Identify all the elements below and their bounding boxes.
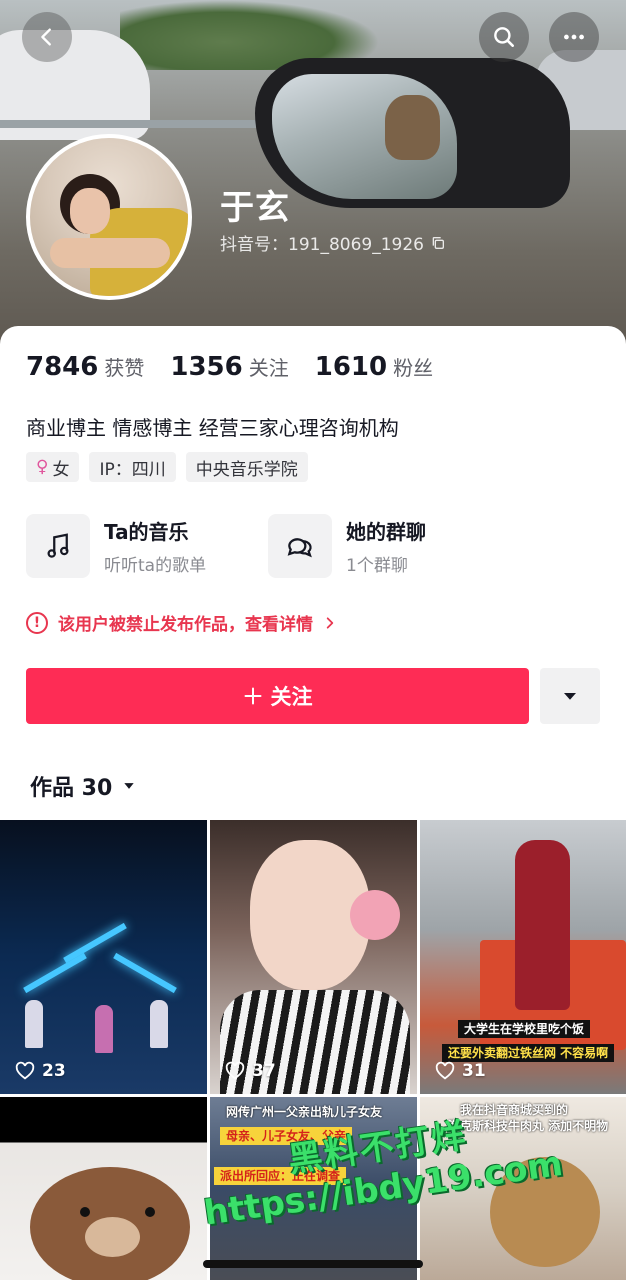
tile-bear-muzzle (85, 1217, 140, 1257)
video-tile[interactable] (0, 1097, 207, 1280)
performer (150, 1000, 168, 1048)
following-label: 关注 (248, 356, 289, 380)
ban-notice-text: 该用户被禁止发布作品，查看详情 (58, 615, 313, 635)
music-note-icon (47, 533, 69, 558)
like-count-value: 31 (462, 1061, 486, 1081)
avatar-face (70, 188, 110, 234)
stats-row: 7846 获赞 1356 关注 1610 粉丝 (26, 352, 433, 382)
group-sub: 1个群聊 (346, 556, 408, 576)
stage-light (23, 952, 87, 994)
like-count: 31 (434, 1060, 486, 1082)
like-count-value: 23 (42, 1061, 66, 1081)
followers-count: 1610 (314, 352, 388, 382)
music-text: Ta的音乐 听听ta的歌单 (104, 516, 206, 576)
video-tile[interactable]: 23 (0, 820, 207, 1094)
video-tile[interactable]: 大学生在学校里吃个饭 还要外卖翻过铁丝网 不容易啊 31 (420, 820, 626, 1094)
works-label: 作品 30 (30, 776, 113, 801)
tile-bear-eye (80, 1207, 90, 1217)
more-dots-icon (564, 34, 584, 40)
stat-likes[interactable]: 7846 获赞 (26, 352, 144, 382)
performer (25, 1000, 43, 1048)
back-button[interactable] (22, 12, 72, 62)
tile-bear-eye (145, 1207, 155, 1217)
more-button[interactable] (549, 12, 599, 62)
copy-icon[interactable] (430, 235, 446, 251)
like-count: 23 (14, 1060, 66, 1082)
follow-button[interactable]: 关注 (26, 668, 529, 724)
tile-flower (350, 890, 400, 940)
caret-down-icon (124, 783, 134, 789)
douyin-id-text: 抖音号：191_8069_1926 (220, 235, 424, 255)
gender-tag: ♀ 女 (26, 452, 80, 482)
group-text: 她的群聊 1个群聊 (346, 516, 426, 576)
profile-bio: 商业博主 情感博主 经营三家心理咨询机构 (26, 416, 399, 440)
gender-text: 女 (52, 459, 70, 480)
tile-person (515, 840, 570, 1010)
female-icon: ♀ (36, 457, 49, 477)
search-button[interactable] (479, 12, 529, 62)
video-tile[interactable]: 37 (210, 820, 417, 1094)
heart-icon (435, 1061, 455, 1080)
video-caption: 网传广州一父亲出轨儿子女友 (226, 1105, 383, 1119)
works-tab[interactable]: 作品 30 (30, 770, 136, 802)
school-tag[interactable]: 中央音乐学院 (185, 452, 308, 482)
group-chat-entry[interactable]: 她的群聊 1个群聊 (268, 514, 426, 578)
ban-notice-link[interactable]: ! 该用户被禁止发布作品，查看详情 (26, 610, 337, 635)
group-icon-box (268, 514, 332, 578)
heart-icon (15, 1061, 35, 1080)
video-caption: 大学生在学校里吃个饭 (458, 1020, 591, 1039)
chat-bubbles-icon (287, 538, 312, 558)
feature-row: Ta的音乐 听听ta的歌单 她的群聊 1个群聊 (26, 514, 606, 580)
following-count: 1356 (170, 352, 243, 382)
stage-light (113, 952, 177, 994)
avatar-arm (50, 238, 170, 268)
douyin-id[interactable]: 抖音号：191_8069_1926 (220, 230, 446, 255)
group-title: 她的群聊 (346, 520, 426, 544)
like-count-value: 37 (252, 1061, 276, 1081)
cover-dog (385, 95, 440, 160)
chevron-right-icon (326, 616, 334, 629)
chevron-left-icon (41, 28, 51, 46)
search-icon (494, 27, 514, 47)
home-indicator[interactable] (203, 1260, 423, 1268)
stat-following[interactable]: 1356 关注 (170, 352, 288, 382)
heart-icon (225, 1061, 245, 1080)
music-title: Ta的音乐 (104, 520, 189, 544)
music-entry[interactable]: Ta的音乐 听听ta的歌单 (26, 514, 206, 578)
profile-tags: ♀ 女 IP：四川 中央音乐学院 (26, 452, 308, 482)
avatar[interactable] (26, 134, 192, 300)
likes-label: 获赞 (104, 356, 145, 380)
follow-label: 关注 (270, 685, 313, 709)
ip-tag: IP：四川 (89, 452, 176, 482)
alert-icon: ! (26, 611, 48, 634)
followers-label: 粉丝 (393, 356, 434, 380)
profile-name: 于玄 (220, 188, 290, 228)
plus-icon (244, 687, 261, 705)
music-sub: 听听ta的歌单 (104, 556, 207, 576)
performer (95, 1005, 113, 1053)
caret-down-icon (564, 693, 576, 700)
profile-card: 7846 获赞 1356 关注 1610 粉丝 商业博主 情感博主 经营三家心理… (0, 326, 626, 806)
like-count: 37 (224, 1060, 276, 1082)
follow-options-button[interactable] (540, 668, 600, 724)
music-icon-box (26, 514, 90, 578)
likes-count: 7846 (26, 352, 99, 382)
stat-followers[interactable]: 1610 粉丝 (315, 352, 433, 382)
